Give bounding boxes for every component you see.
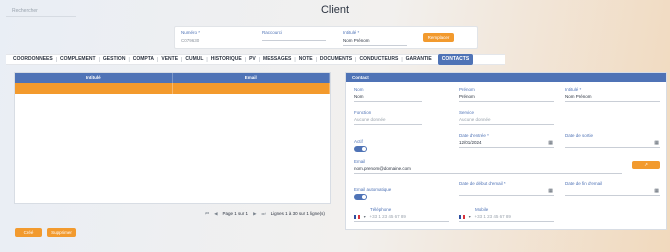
prenom-input[interactable]: Prénom [459,94,554,102]
date-fin-email-label: Date de fin d'email [565,181,603,186]
contact-intitule-field[interactable]: Intitulé * Nom Prénom [565,87,660,102]
numero-value: C079630 [181,38,200,43]
tab-documents[interactable]: DOCUMENTS [317,54,355,65]
date-debut-email-field[interactable]: Date de début d'email * ▦ [459,181,554,196]
intitule-label: Intitulé * [343,30,360,35]
fonction-label: Fonction [354,110,372,115]
date-sortie-field[interactable]: Date de sortie ▦ [565,133,660,148]
row-range: Lignes 1 à 30 sur 1 ligne(s) [270,211,325,216]
calendar-icon[interactable]: ▦ [548,188,553,194]
date-entree-label: Date d'entrée * [459,133,489,138]
telephone-field[interactable]: Téléphone ▼ +33 1 23 45 67 89 [354,207,449,222]
nom-field[interactable]: Nom Nom [354,87,422,102]
intitule-value[interactable]: Nom Prénom [343,38,407,46]
tab-historique[interactable]: HISTORIQUE [208,54,245,65]
fonction-select[interactable]: Aucune donnée [354,117,422,125]
tab-gestion[interactable]: GESTION [100,54,129,65]
chevron-down-icon: ▼ [363,215,367,219]
nom-input[interactable]: Nom [354,94,422,102]
telephone-value: +33 1 23 45 67 89 [369,214,406,219]
date-entree-input[interactable]: 12/01/2024 ▦ [459,140,554,148]
pager: ⏮ ◀ Page 1 sur 1 ▶ ⏭ Lignes 1 à 30 sur 1… [205,211,325,217]
raccourci-label: Raccourci [262,30,283,35]
tab-conducteurs[interactable]: CONDUCTEURS [356,54,401,65]
email-field[interactable]: Email nom.prenom@domaine.com [354,159,622,174]
email-label: Email [354,159,366,164]
service-label: Service [459,110,475,115]
numero-field[interactable]: Numéro * C079630 [181,30,245,45]
mobile-field[interactable]: Mobile ▼ +33 1 23 45 67 89 [459,207,554,222]
page-indicator: Page 1 sur 1 [222,211,249,216]
raccourci-value[interactable] [262,38,326,41]
actif-field: Actif [354,139,394,152]
client-header-card: Numéro * C079630 Raccourci Intitulé * No… [174,26,478,49]
contact-intitule-label: Intitulé * [565,87,582,92]
france-flag-icon[interactable] [354,214,360,219]
fonction-field[interactable]: Fonction Aucune donnée [354,110,422,125]
mobile-value: +33 1 23 45 67 89 [474,214,511,219]
next-page-icon[interactable]: ▶ [253,211,256,217]
intitule-field[interactable]: Intitulé * Nom Prénom [343,30,407,46]
date-debut-email-input[interactable]: ▦ [459,188,554,196]
last-page-icon[interactable]: ⏭ [262,211,266,217]
tab-note[interactable]: NOTE [296,54,316,65]
tab-contacts[interactable]: CONTACTS [437,54,474,65]
table-row[interactable] [15,83,330,94]
tab-pv[interactable]: PV [246,54,259,65]
table-cell [15,83,173,94]
create-button[interactable]: Créé [15,228,42,237]
tab-bar: COORDONNEES | COMPLEMENT | GESTION | COMPTA | VE… [6,54,505,65]
date-sortie-label: Date de sortie [565,133,594,138]
telephone-label: Téléphone [370,207,392,212]
contact-panel-title: Contact [346,73,666,82]
calendar-icon[interactable]: ▦ [654,140,659,146]
tab-coordonnees[interactable]: COORDONNEES [10,54,56,65]
prev-page-icon[interactable]: ◀ [214,211,217,217]
prenom-field[interactable]: Prénom Prénom [459,87,554,102]
email-input[interactable]: nom.prenom@domaine.com [354,166,622,174]
date-entree-value: 12/01/2024 [459,140,482,145]
service-select[interactable]: Aucune donnée [459,117,554,125]
telephone-input[interactable]: ▼ +33 1 23 45 67 89 [354,214,449,222]
open-email-button[interactable]: ↗ [632,161,660,169]
tab-messages[interactable]: MESSAGES [260,54,294,65]
tab-garantie[interactable]: GARANTIE [403,54,435,65]
calendar-icon[interactable]: ▦ [548,140,553,146]
column-header-intitule[interactable]: Intitulé [15,73,173,83]
date-sortie-input[interactable]: ▦ [565,140,660,148]
chevron-down-icon: ▼ [468,215,472,219]
numero-label: Numéro * [181,30,201,35]
tab-compta[interactable]: COMPTA [130,54,157,65]
date-debut-email-label: Date de début d'email * [459,181,506,186]
email-auto-label: Email automatique [354,187,392,192]
delete-button[interactable]: Supprimer [47,228,76,237]
actif-label: Actif [354,139,363,144]
france-flag-icon[interactable] [459,214,465,219]
email-auto-field: Email automatique [354,187,414,200]
service-field[interactable]: Service Aucune donnée [459,110,554,125]
tab-vente[interactable]: VENTE [158,54,181,65]
raccourci-field[interactable]: Raccourci [262,30,326,41]
contacts-grid: Intitulé Email [14,72,331,204]
nom-label: Nom [354,87,364,92]
tab-cumul[interactable]: CUMUL [182,54,206,65]
grid-header: Intitulé Email [15,73,330,83]
mobile-label: Mobile [475,207,489,212]
date-entree-field[interactable]: Date d'entrée * 12/01/2024 ▦ [459,133,554,148]
prenom-label: Prénom [459,87,475,92]
first-page-icon[interactable]: ⏮ [205,211,209,217]
replace-button[interactable]: Remplacer [423,33,454,42]
contact-panel: Contact Nom Nom Prénom Prénom Intitulé *… [345,72,667,230]
table-cell [173,83,330,94]
date-fin-email-field[interactable]: Date de fin d'email ▦ [565,181,660,196]
calendar-icon[interactable]: ▦ [654,188,659,194]
actif-toggle[interactable] [354,146,367,152]
date-fin-email-input[interactable]: ▦ [565,188,660,196]
email-auto-toggle[interactable] [354,194,367,200]
column-header-email[interactable]: Email [173,73,330,83]
tab-complement[interactable]: COMPLEMENT [57,54,99,65]
page-title: Client [320,4,350,16]
contact-intitule-input[interactable]: Nom Prénom [565,94,660,102]
mobile-input[interactable]: ▼ +33 1 23 45 67 89 [459,214,554,222]
